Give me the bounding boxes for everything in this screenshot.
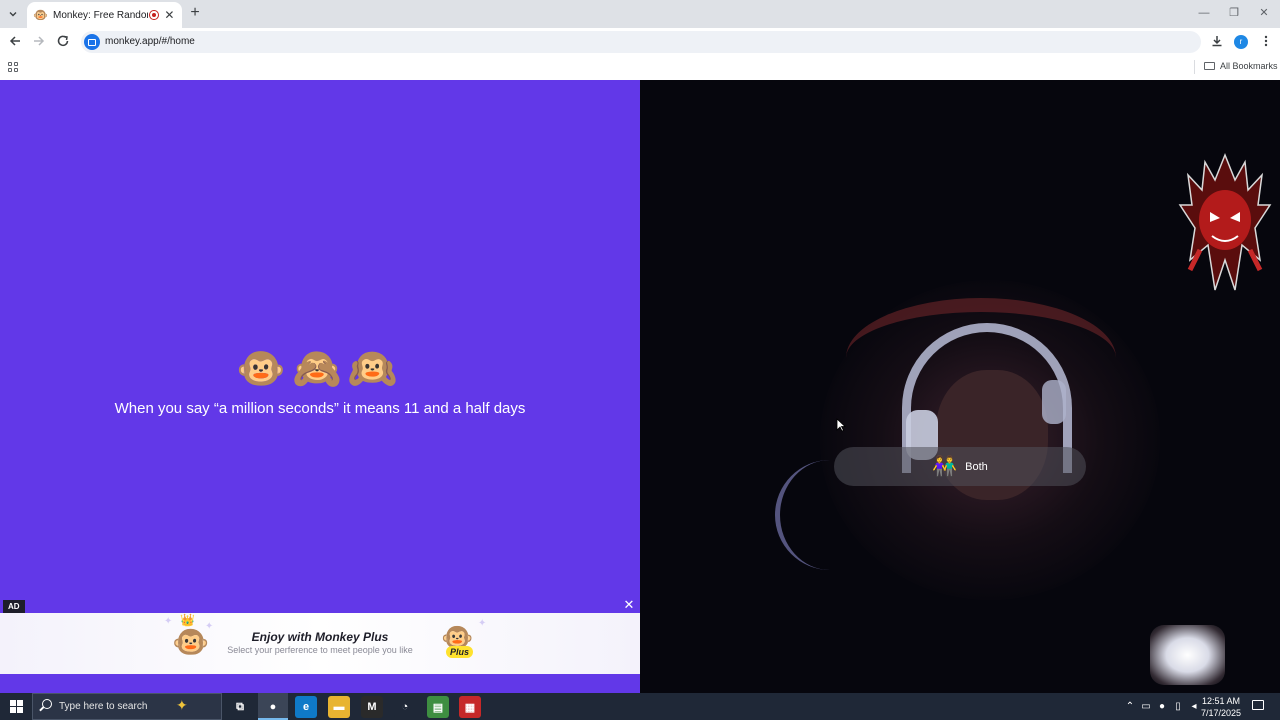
taskbar-app-app-video-writer-icon[interactable]: ▦ — [459, 696, 481, 718]
demon-skull-logo-icon — [1178, 152, 1272, 291]
url-text[interactable]: monkey.app/#/home — [105, 36, 195, 47]
maximize-button[interactable]: ❐ — [1226, 6, 1242, 20]
bookmarks-divider — [1194, 60, 1195, 74]
tab-title: Monkey: Free Random Vide — [53, 9, 148, 21]
microphone-icon[interactable]: ● — [1156, 701, 1168, 713]
bookmarks-bar — [0, 56, 1280, 80]
network-icon[interactable]: ▯ — [1172, 701, 1184, 713]
taskbar-app-file-explorer-icon[interactable]: ▬ — [328, 696, 350, 718]
gender-preference-button[interactable]: 👫 Both — [834, 447, 1086, 486]
lamp-glow — [1150, 625, 1225, 685]
windows-taskbar: Type here to search ✦ ⧉ ● e ▬ M ◔ ▤ ▦ ⌃ ▭ ● ▯ ◂… — [0, 693, 1280, 720]
taskbar-app-app-editor-icon[interactable]: ▤ — [427, 696, 449, 718]
all-bookmarks-link[interactable]: All Bookmarks — [1220, 61, 1278, 71]
device-icon[interactable]: ▭ — [1140, 701, 1152, 713]
menu-button[interactable] — [1258, 34, 1274, 50]
forward-button[interactable] — [31, 34, 47, 50]
sparkle-icon: ✦ — [478, 618, 487, 629]
taskbar-app-chrome-icon[interactable]: ● — [262, 696, 284, 718]
monkey-favicon-icon: 🐵 — [33, 8, 48, 22]
download-icon — [1212, 36, 1222, 47]
tab-search-button[interactable] — [4, 5, 22, 23]
gender-preference-label: Both — [965, 460, 988, 473]
ad-subtitle: Select your perference to meet people yo… — [227, 645, 413, 655]
apps-grid-icon[interactable] — [8, 62, 18, 72]
taskbar-app-app-speedometer-icon[interactable]: ◔ — [394, 696, 416, 718]
notifications-icon[interactable] — [1252, 700, 1264, 710]
arrow-left-icon — [9, 36, 20, 46]
minimize-button[interactable]: — — [1196, 6, 1212, 20]
search-highlight-icon: ✦ — [176, 697, 188, 713]
folder-icon — [1204, 62, 1215, 70]
profile-avatar[interactable]: r — [1234, 35, 1248, 49]
taskbar-app-edge-icon[interactable]: e — [295, 696, 317, 718]
address-bar[interactable] — [81, 31, 1201, 53]
tab-strip: 🐵 Monkey: Free Random Vide ✕ + — ❐ ✕ — [0, 0, 1280, 28]
clock-time[interactable]: 12:51 AM — [1196, 696, 1246, 706]
tab-close-button[interactable]: ✕ — [163, 8, 176, 22]
chevron-up-icon[interactable]: ⌃ — [1124, 701, 1136, 713]
clock-date[interactable]: 7/17/2025 — [1196, 708, 1246, 718]
fun-fact-text: When you say “a million seconds” it mean… — [114, 400, 526, 417]
headphones-shape — [1042, 380, 1066, 424]
mouse-cursor-icon — [836, 418, 846, 432]
monkey-mascot-icon: 🐵 — [172, 626, 210, 659]
recording-indicator-icon — [149, 10, 159, 20]
kebab-menu-icon — [1264, 35, 1268, 47]
waiting-panel: 🐵🙈🙉 When you say “a million seconds” it … — [0, 80, 640, 693]
windows-start-icon[interactable] — [10, 700, 23, 713]
taskbar-search-placeholder[interactable]: Type here to search — [59, 701, 147, 712]
couple-icon: 👫 — [932, 456, 958, 478]
ad-close-button[interactable]: ✕ — [623, 598, 635, 611]
camera-video: 👫 Both — [640, 80, 1280, 693]
arrow-right-icon — [34, 36, 45, 46]
new-tab-button[interactable]: + — [186, 4, 204, 22]
reload-icon — [57, 35, 69, 47]
ad-title: Enjoy with Monkey Plus — [251, 630, 389, 644]
chevron-down-icon — [9, 12, 17, 17]
ad-label: AD — [3, 600, 25, 613]
downloads-button[interactable] — [1209, 34, 1225, 50]
reload-button[interactable] — [55, 34, 71, 50]
three-monkeys-emoji: 🐵🙈🙉 — [236, 347, 404, 391]
back-button[interactable] — [7, 34, 23, 50]
window-close-button[interactable]: ✕ — [1256, 6, 1272, 20]
browser-tab[interactable]: 🐵 Monkey: Free Random Vide ✕ — [27, 2, 182, 28]
taskbar-app-app-m-icon[interactable]: M — [361, 696, 383, 718]
ad-banner[interactable]: ✦ ✦ ✦ 👑 🐵 Enjoy with Monkey Plus Select … — [0, 613, 640, 674]
taskbar-app-task-view-icon[interactable]: ⧉ — [229, 696, 251, 718]
site-info-icon[interactable] — [84, 34, 100, 50]
plus-badge: Plus — [446, 646, 474, 658]
